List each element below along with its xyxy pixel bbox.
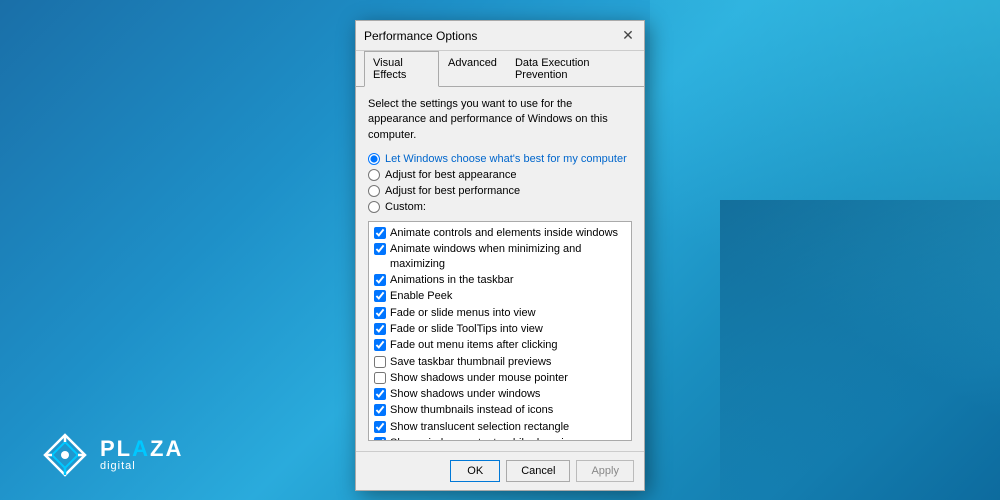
dialog-content: Select the settings you want to use for … [356, 87, 644, 451]
radio-option-windows-best[interactable]: Let Windows choose what's best for my co… [368, 153, 632, 165]
tab-visual-effects[interactable]: Visual Effects [364, 51, 439, 87]
radio-appearance[interactable] [368, 169, 380, 181]
apply-button[interactable]: Apply [576, 460, 634, 482]
checkbox-label-4: Fade or slide menus into view [390, 306, 536, 320]
checkbox-label-0: Animate controls and elements inside win… [390, 226, 618, 240]
checkbox-label-9: Show shadows under windows [390, 387, 540, 401]
radio-label-custom: Custom: [385, 201, 426, 213]
checkbox-item-3[interactable]: Enable Peek [372, 288, 628, 304]
checkbox-item-0[interactable]: Animate controls and elements inside win… [372, 225, 628, 241]
performance-options-dialog: Performance Options ✕ Visual Effects Adv… [355, 20, 645, 491]
dialog-footer: OK Cancel Apply [356, 451, 644, 490]
checkbox-11[interactable] [374, 421, 386, 433]
checkbox-12[interactable] [374, 437, 386, 441]
checkbox-item-11[interactable]: Show translucent selection rectangle [372, 419, 628, 435]
checkbox-1[interactable] [374, 243, 386, 255]
dialog-title: Performance Options [364, 29, 477, 43]
checkbox-2[interactable] [374, 274, 386, 286]
checkbox-item-9[interactable]: Show shadows under windows [372, 386, 628, 402]
checkbox-item-7[interactable]: Save taskbar thumbnail previews [372, 354, 628, 370]
radio-option-performance[interactable]: Adjust for best performance [368, 185, 632, 197]
effects-checkbox-list[interactable]: Animate controls and elements inside win… [368, 221, 632, 441]
checkbox-label-6: Fade out menu items after clicking [390, 338, 558, 352]
radio-performance[interactable] [368, 185, 380, 197]
checkbox-label-5: Fade or slide ToolTips into view [390, 322, 543, 336]
checkbox-label-1: Animate windows when minimizing and maxi… [390, 242, 626, 271]
checkbox-label-11: Show translucent selection rectangle [390, 420, 569, 434]
radio-option-custom[interactable]: Custom: [368, 201, 632, 213]
radio-label-appearance: Adjust for best appearance [385, 169, 516, 181]
checkbox-item-4[interactable]: Fade or slide menus into view [372, 305, 628, 321]
radio-group: Let Windows choose what's best for my co… [368, 153, 632, 213]
radio-windows-best[interactable] [368, 153, 380, 165]
radio-label-windows-best: Let Windows choose what's best for my co… [385, 153, 627, 165]
radio-label-performance: Adjust for best performance [385, 185, 520, 197]
checkbox-item-10[interactable]: Show thumbnails instead of icons [372, 402, 628, 418]
tab-dep[interactable]: Data Execution Prevention [506, 51, 636, 87]
checkbox-7[interactable] [374, 356, 386, 368]
checkbox-label-10: Show thumbnails instead of icons [390, 403, 553, 417]
checkbox-0[interactable] [374, 227, 386, 239]
checkbox-label-7: Save taskbar thumbnail previews [390, 355, 551, 369]
checkbox-6[interactable] [374, 339, 386, 351]
checkbox-item-6[interactable]: Fade out menu items after clicking [372, 337, 628, 353]
checkbox-8[interactable] [374, 372, 386, 384]
dialog-description: Select the settings you want to use for … [368, 97, 632, 143]
checkbox-5[interactable] [374, 323, 386, 335]
checkbox-label-3: Enable Peek [390, 289, 452, 303]
checkbox-3[interactable] [374, 290, 386, 302]
tab-advanced[interactable]: Advanced [439, 51, 506, 87]
checkbox-item-2[interactable]: Animations in the taskbar [372, 272, 628, 288]
checkbox-label-8: Show shadows under mouse pointer [390, 371, 568, 385]
checkbox-item-1[interactable]: Animate windows when minimizing and maxi… [372, 241, 628, 272]
checkbox-item-5[interactable]: Fade or slide ToolTips into view [372, 321, 628, 337]
checkbox-label-2: Animations in the taskbar [390, 273, 514, 287]
radio-custom[interactable] [368, 201, 380, 213]
checkbox-9[interactable] [374, 388, 386, 400]
cancel-button[interactable]: Cancel [506, 460, 570, 482]
close-button[interactable]: ✕ [620, 28, 636, 44]
tab-bar: Visual Effects Advanced Data Execution P… [356, 51, 644, 87]
radio-option-appearance[interactable]: Adjust for best appearance [368, 169, 632, 181]
dialog-overlay: Performance Options ✕ Visual Effects Adv… [0, 0, 1000, 500]
checkbox-label-12: Show window contents while dragging [390, 436, 576, 441]
checkbox-4[interactable] [374, 307, 386, 319]
checkbox-10[interactable] [374, 404, 386, 416]
checkbox-item-12[interactable]: Show window contents while dragging [372, 435, 628, 441]
dialog-titlebar: Performance Options ✕ [356, 21, 644, 51]
ok-button[interactable]: OK [450, 460, 500, 482]
desktop: PLAZA digital Performance Options ✕ Visu… [0, 0, 1000, 500]
checkbox-item-8[interactable]: Show shadows under mouse pointer [372, 370, 628, 386]
